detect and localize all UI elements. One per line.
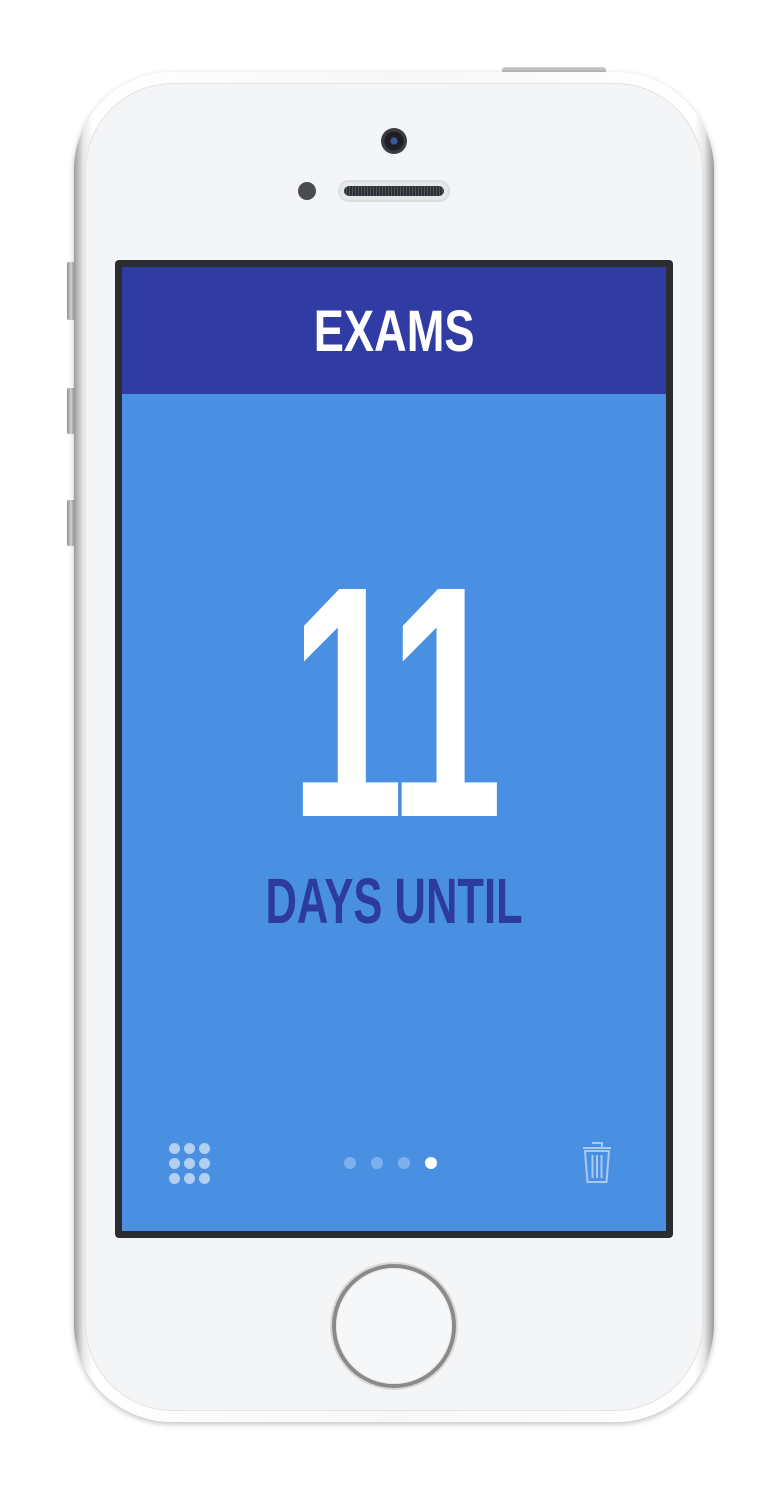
page-dot-2[interactable] (371, 1157, 383, 1169)
home-button (336, 1268, 452, 1384)
grid-icon[interactable] (169, 1143, 211, 1185)
page-title: EXAMS (313, 299, 475, 364)
earpiece-speaker (338, 180, 450, 202)
proximity-sensor (298, 182, 316, 200)
front-camera (381, 128, 407, 154)
countdown-screen: EXAMS 11 DAYS UNTIL (122, 267, 666, 1231)
header-bar: EXAMS (122, 267, 666, 394)
trash-icon-glyph (583, 1142, 611, 1183)
page-indicator (344, 1157, 444, 1169)
page-dot-3[interactable] (398, 1157, 410, 1169)
days-caption: DAYS UNTIL (122, 863, 666, 939)
days-caption-text: DAYS UNTIL (265, 865, 523, 937)
trash-icon[interactable] (580, 1139, 614, 1187)
days-count-value: 11 (289, 517, 503, 886)
page-dot-1[interactable] (344, 1157, 356, 1169)
page-dot-4[interactable] (425, 1157, 437, 1169)
days-count: 11 (122, 537, 666, 867)
phone-mockup: EXAMS 11 DAYS UNTIL (0, 0, 781, 1500)
